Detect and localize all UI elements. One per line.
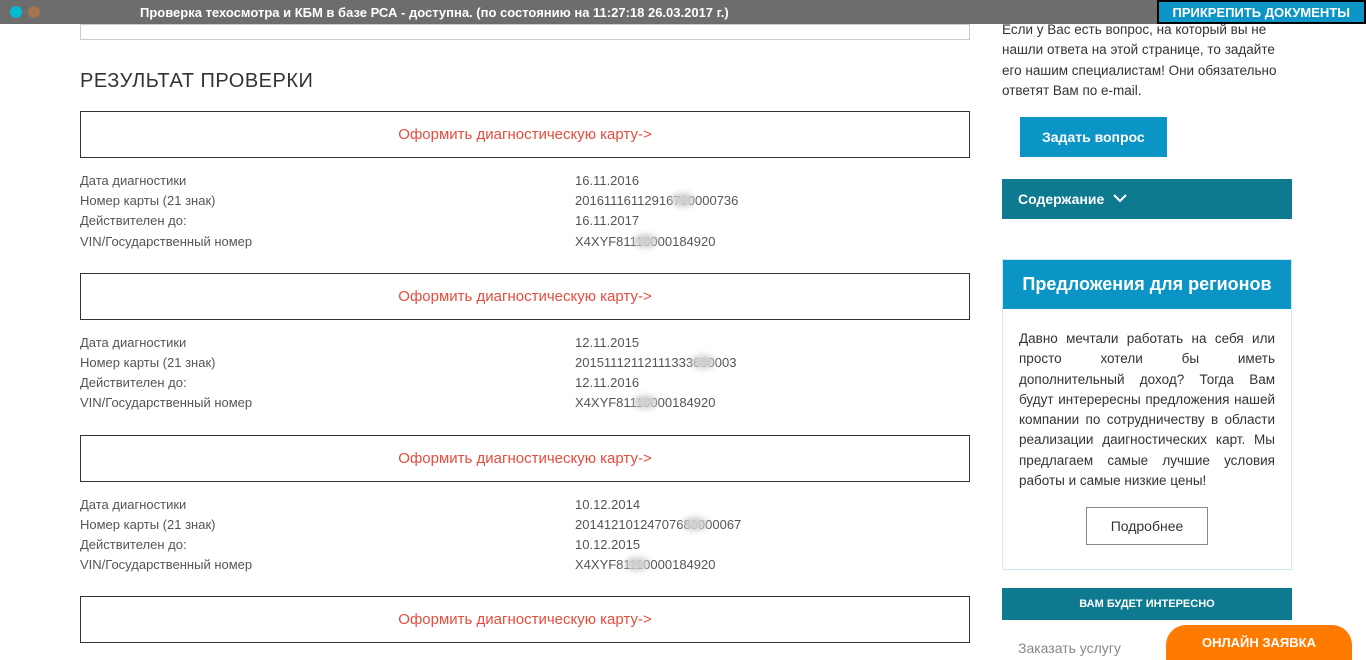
topbar-status: Проверка техосмотра и КБМ в базе РСА - д… (140, 5, 729, 20)
label-vin: VIN/Государственный номер (80, 394, 575, 412)
sidebar: Если у Вас есть вопрос, на который вы не… (1002, 24, 1292, 656)
chevron-down-icon (1112, 191, 1128, 207)
action-box: Оформить диагностическую карту-> (80, 273, 970, 320)
value-vin: X4XYF81110000184920 (575, 233, 970, 251)
detail-row: VIN/Государственный номер X4XYF811100001… (80, 556, 970, 574)
action-box: Оформить диагностическую карту-> (80, 435, 970, 482)
label-valid: Действителен до: (80, 536, 575, 554)
regions-box: Предложения для регионов Давно мечтали р… (1002, 259, 1292, 570)
record-details: Дата диагностики 10.12.2014 Номер карты … (80, 496, 970, 575)
action-box: Оформить диагностическую карту-> (80, 596, 970, 643)
order-service-link[interactable]: Заказать услугу (1018, 640, 1121, 656)
empty-box-top (80, 24, 970, 40)
detail-row: Номер карты (21 знак) 201511121121113336… (80, 354, 970, 372)
regions-title: Предложения для регионов (1003, 260, 1291, 309)
label-vin: VIN/Государственный номер (80, 233, 575, 251)
attach-documents-button[interactable]: ПРИКРЕПИТЬ ДОКУМЕНТЫ (1157, 0, 1366, 24)
sidebar-intro: Если у Вас есть вопрос, на который вы не… (1002, 20, 1292, 101)
detail-row: Номер карты (21 знак) 201412101247076800… (80, 516, 970, 534)
label-valid: Действителен до: (80, 212, 575, 230)
label-card: Номер карты (21 знак) (80, 354, 575, 372)
dot-cyan-icon (10, 6, 22, 18)
label-date: Дата диагностики (80, 172, 575, 190)
detail-row: Действителен до: 12.11.2016 (80, 374, 970, 392)
topbar: Проверка техосмотра и КБМ в базе РСА - д… (0, 0, 1366, 24)
detail-row: Действителен до: 10.12.2015 (80, 536, 970, 554)
contents-label: Содержание (1018, 191, 1104, 207)
value-date: 10.12.2014 (575, 496, 970, 514)
more-button[interactable]: Подробнее (1086, 507, 1209, 545)
value-valid: 10.12.2015 (575, 536, 970, 554)
issue-card-link[interactable]: Оформить диагностическую карту-> (398, 611, 651, 628)
main-content: РЕЗУЛЬТАТ ПРОВЕРКИ Оформить диагностичес… (60, 24, 972, 656)
topbar-dots (10, 6, 40, 18)
value-vin: X4XYF81110000184920 (575, 394, 970, 412)
dot-brown-icon (28, 6, 40, 18)
result-heading: РЕЗУЛЬТАТ ПРОВЕРКИ (80, 70, 952, 93)
interest-bar: ВАМ БУДЕТ ИНТЕРЕСНО (1002, 588, 1292, 620)
value-vin: X4XYF81110000184920 (575, 556, 970, 574)
detail-row: Дата диагностики 12.11.2015 (80, 334, 970, 352)
value-valid: 12.11.2016 (575, 374, 970, 392)
detail-row: VIN/Государственный номер X4XYF811100001… (80, 233, 970, 251)
bottom-row: Заказать услугу ОНЛАЙН ЗАЯВКА (1002, 640, 1292, 656)
regions-body: Давно мечтали работать на себя или прост… (1003, 309, 1291, 569)
detail-row: Действителен до: 16.11.2017 (80, 212, 970, 230)
record-details: Дата диагностики 12.11.2015 Номер карты … (80, 334, 970, 413)
value-card: 20161116112916790000736 (575, 192, 970, 210)
value-date: 12.11.2015 (575, 334, 970, 352)
label-card: Номер карты (21 знак) (80, 192, 575, 210)
detail-row: Дата диагностики 16.11.2016 (80, 172, 970, 190)
action-box: Оформить диагностическую карту-> (80, 111, 970, 158)
value-date: 16.11.2016 (575, 172, 970, 190)
value-card: 20151112112111333600003 (575, 354, 970, 372)
value-card: 20141210124707680000067 (575, 516, 970, 534)
label-vin: VIN/Государственный номер (80, 556, 575, 574)
issue-card-link[interactable]: Оформить диагностическую карту-> (398, 126, 651, 143)
contents-bar[interactable]: Содержание (1002, 179, 1292, 219)
record-details: Дата диагностики 16.11.2016 Номер карты … (80, 172, 970, 251)
ask-question-button[interactable]: Задать вопрос (1020, 117, 1167, 157)
detail-row: VIN/Государственный номер X4XYF811100001… (80, 394, 970, 412)
detail-row: Номер карты (21 знак) 201611161129167900… (80, 192, 970, 210)
label-card: Номер карты (21 знак) (80, 516, 575, 534)
detail-row: Дата диагностики 10.12.2014 (80, 496, 970, 514)
issue-card-link[interactable]: Оформить диагностическую карту-> (398, 450, 651, 467)
label-date: Дата диагностики (80, 334, 575, 352)
issue-card-link[interactable]: Оформить диагностическую карту-> (398, 288, 651, 305)
value-valid: 16.11.2017 (575, 212, 970, 230)
online-request-button[interactable]: ОНЛАЙН ЗАЯВКА (1166, 625, 1352, 660)
label-date: Дата диагностики (80, 496, 575, 514)
label-valid: Действителен до: (80, 374, 575, 392)
